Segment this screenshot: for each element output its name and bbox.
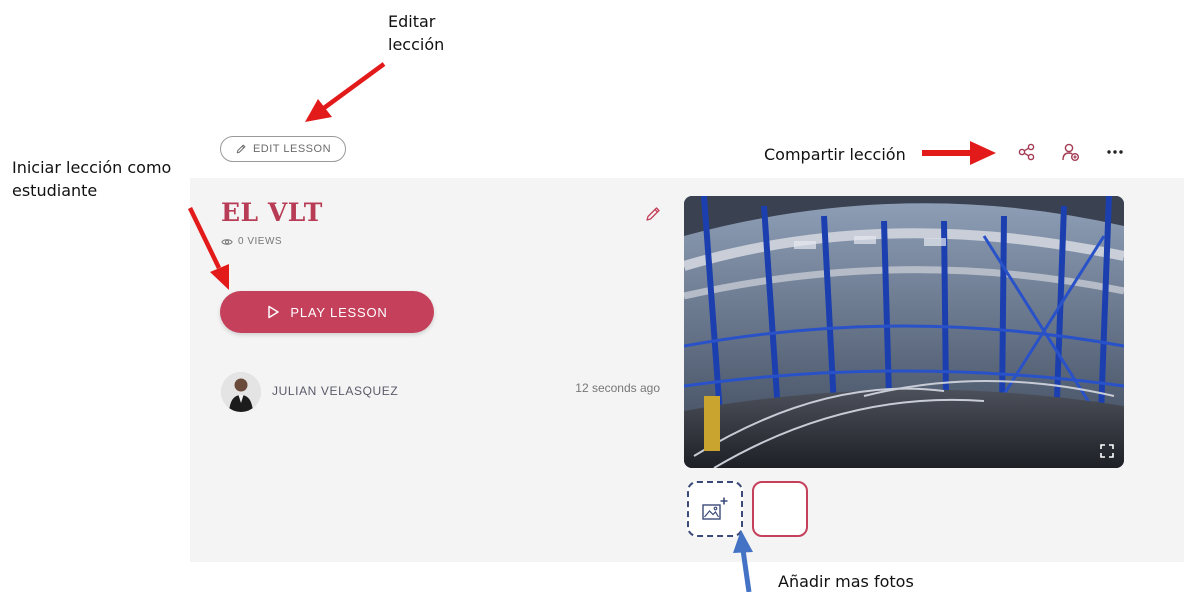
- add-image-icon: [702, 497, 728, 520]
- annotation-play-as-student: Iniciar lección como estudiante: [12, 156, 171, 202]
- annotation-share-lesson: Compartir lección: [764, 145, 906, 164]
- timestamp: 12 seconds ago: [575, 381, 660, 395]
- edit-lesson-button[interactable]: EDIT LESSON: [220, 136, 346, 162]
- more-button[interactable]: [1104, 141, 1126, 163]
- more-horizontal-icon: [1107, 150, 1123, 154]
- play-lesson-button[interactable]: PLAY LESSON: [220, 291, 434, 333]
- avatar-image: [221, 372, 261, 412]
- pencil-icon: [236, 144, 246, 154]
- fullscreen-icon[interactable]: [1100, 444, 1114, 458]
- telescope-interior-image: [684, 196, 1124, 468]
- photo-thumbnail-slot[interactable]: [752, 481, 808, 537]
- share-button[interactable]: [1016, 141, 1038, 163]
- lesson-actions: [1016, 141, 1126, 163]
- annotation-edit-lesson: Editar lección: [388, 10, 444, 56]
- annotation-line: Editar: [388, 12, 436, 31]
- edit-lesson-label: EDIT LESSON: [252, 143, 332, 155]
- annotation-line: estudiante: [12, 181, 98, 201]
- view-count: 0 VIEWS: [221, 236, 282, 247]
- eye-icon: [221, 238, 233, 245]
- assign-user-icon: [1062, 143, 1079, 161]
- share-icon: [1018, 143, 1035, 161]
- author-avatar: [221, 372, 261, 412]
- assign-button[interactable]: [1060, 141, 1082, 163]
- view-count-label: 0 VIEWS: [238, 236, 283, 247]
- annotation-add-photos: Añadir mas fotos: [778, 572, 914, 591]
- play-lesson-label: PLAY LESSON: [290, 304, 388, 320]
- annotation-line: Iniciar lección como: [12, 158, 172, 177]
- author-name[interactable]: JULIAN VELASQUEZ: [272, 384, 398, 398]
- lesson-title: EL VLT: [221, 198, 323, 227]
- add-photo-button[interactable]: [687, 481, 743, 537]
- play-icon: [268, 305, 280, 319]
- lesson-cover-photo[interactable]: [684, 196, 1124, 468]
- annotation-line: lección: [388, 35, 445, 55]
- edit-title-pencil-icon[interactable]: [644, 205, 662, 223]
